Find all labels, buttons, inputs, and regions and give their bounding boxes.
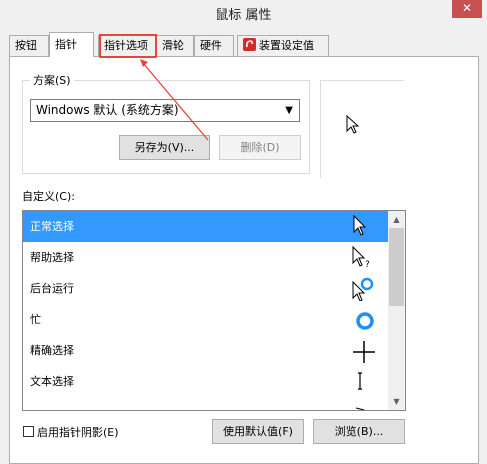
annotation-arrow: [140, 59, 209, 141]
